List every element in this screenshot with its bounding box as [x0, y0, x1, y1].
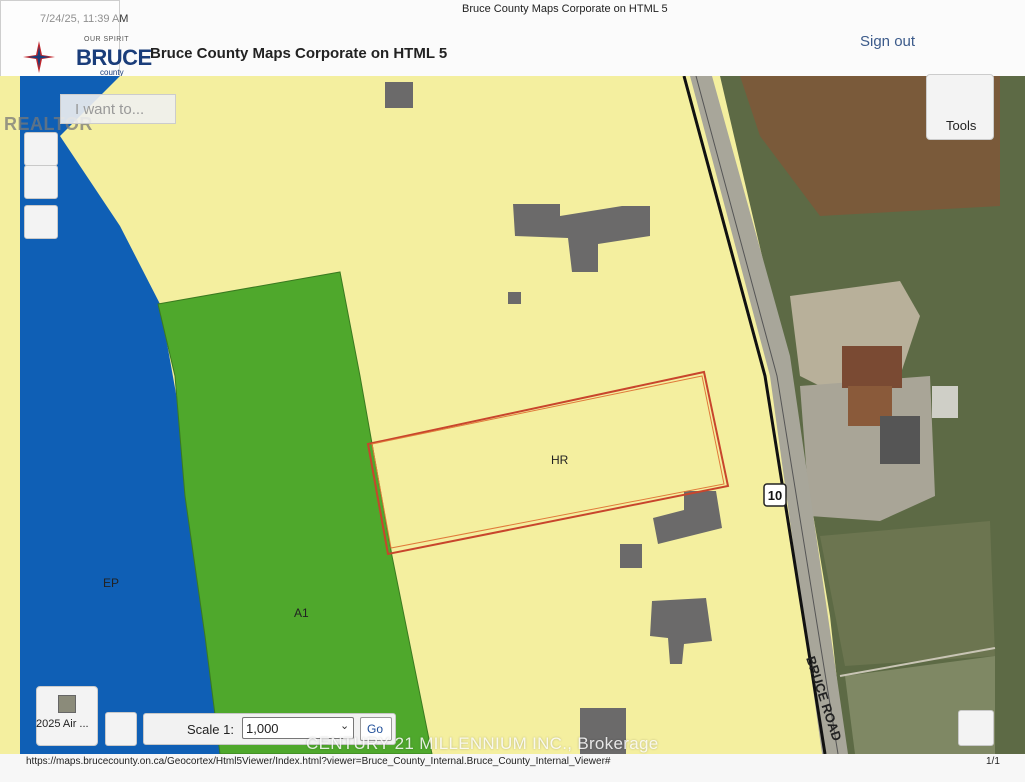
fullscreen-button[interactable]: [958, 710, 994, 746]
zone-label-a1: A1: [294, 606, 309, 620]
app-title: Bruce County Maps Corporate on HTML 5: [150, 45, 448, 62]
basemap-label: 2025 Air ...: [36, 718, 89, 730]
home-extent-button[interactable]: [24, 205, 58, 239]
scale-label: Scale 1:: [187, 722, 234, 737]
footer-page-number: 1/1: [986, 756, 1000, 767]
outbuilding: [880, 416, 920, 464]
basemap-thumbnail-icon: [58, 695, 76, 713]
i-want-to-menu[interactable]: I want to...: [60, 94, 176, 124]
zoom-in-button[interactable]: [24, 132, 58, 166]
zoom-out-button[interactable]: [24, 165, 58, 199]
logo-tagline: OUR SPIRIT: [84, 36, 130, 43]
building: [620, 544, 642, 568]
zone-label-ep: EP: [103, 576, 120, 590]
building: [508, 292, 521, 304]
highway-shield-number: 10: [768, 488, 782, 503]
sign-out-link[interactable]: Sign out: [860, 33, 915, 50]
scale-value: 1,000: [246, 721, 279, 736]
tools-label: Tools: [946, 118, 977, 133]
footer-url: https://maps.brucecounty.on.ca/Geocortex…: [26, 756, 611, 767]
layer-toggle-button[interactable]: [105, 712, 137, 746]
zone-label-hr: HR: [551, 453, 569, 467]
house-roof: [842, 346, 902, 388]
print-page-title: Bruce County Maps Corporate on HTML 5: [462, 3, 668, 15]
map-canvas[interactable]: 10 BRUCE ROAD EP A1 HR: [0, 76, 1025, 754]
zoning-map: 10 BRUCE ROAD: [20, 76, 1025, 754]
building: [385, 82, 413, 108]
compass-star-icon: [23, 41, 55, 73]
shed: [932, 386, 958, 418]
orchard-field: [820, 521, 995, 666]
brokerage-watermark: CENTURY 21 MILLENNIUM INC., Brokerage: [306, 734, 659, 753]
chevron-down-icon: ⌄: [340, 720, 350, 732]
bruce-county-logo: OUR SPIRIT BRUCE county: [22, 36, 152, 77]
